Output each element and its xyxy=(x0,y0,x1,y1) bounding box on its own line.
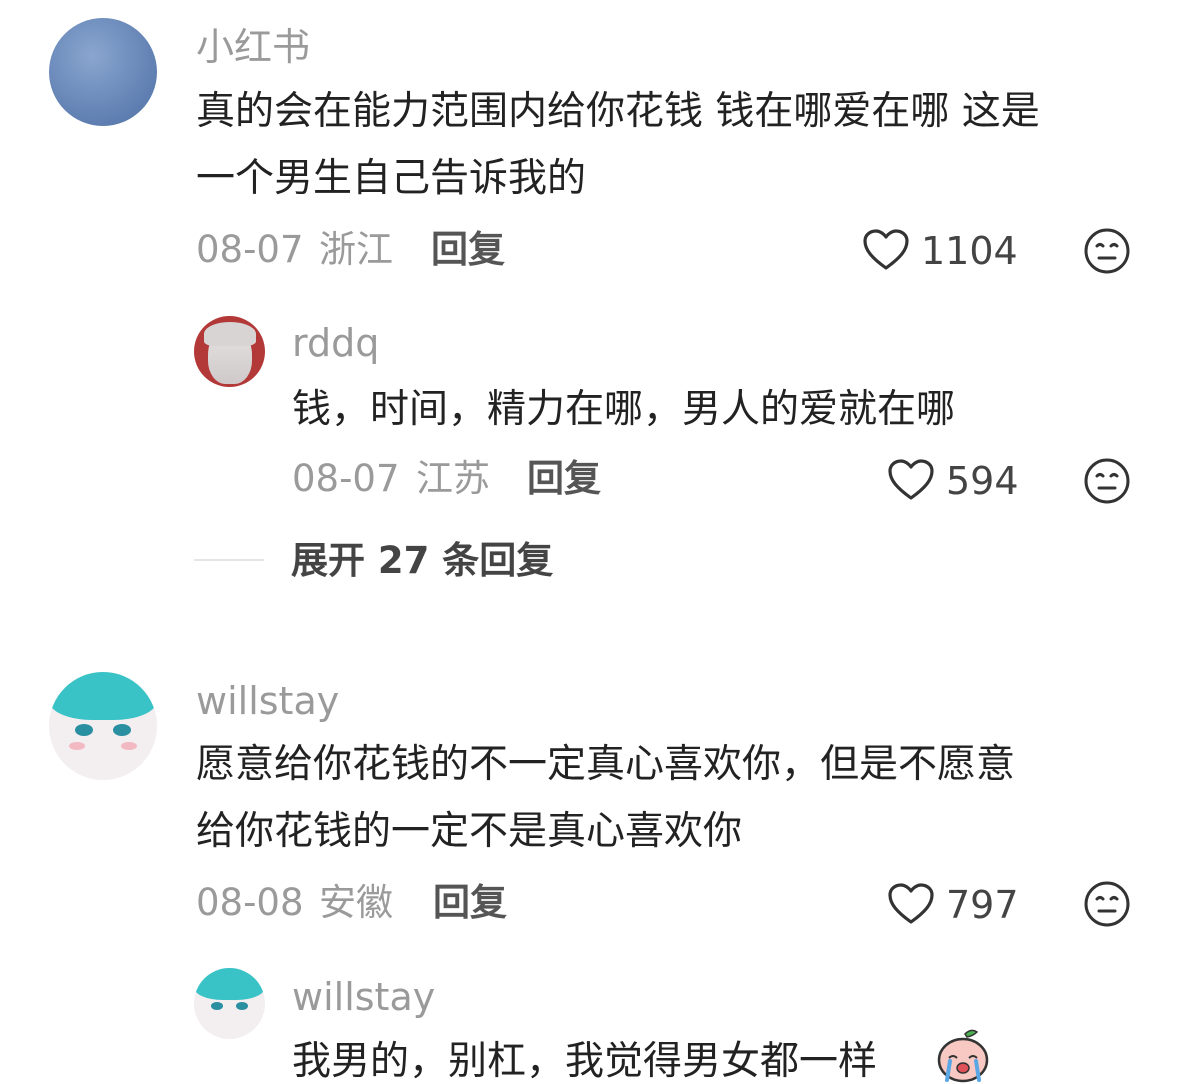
meh-face-icon[interactable] xyxy=(1083,880,1131,928)
avatar[interactable] xyxy=(49,672,157,780)
reply-button[interactable]: 回复 xyxy=(431,231,505,268)
avatar-eye xyxy=(236,1002,248,1010)
avatar-eye xyxy=(75,724,93,736)
like-count: 1104 xyxy=(921,229,1018,273)
avatar[interactable] xyxy=(194,968,265,1039)
avatar-eye xyxy=(211,1002,223,1010)
reply-username[interactable]: rddq xyxy=(292,324,379,362)
like-count: 594 xyxy=(946,459,1019,503)
heart-outline-icon[interactable] xyxy=(862,228,910,272)
comment-text-line: 愿意给你花钱的不一定真心喜欢你，但是不愿意 xyxy=(196,742,1016,787)
reply-text-line: 我男的，别杠，我觉得男女都一样 xyxy=(292,1039,878,1084)
avatar[interactable] xyxy=(49,18,157,126)
reply-button[interactable]: 回复 xyxy=(527,460,601,497)
comment-location: 安徽 xyxy=(319,881,393,924)
heart-outline-icon[interactable] xyxy=(887,882,935,926)
avatar-cheek xyxy=(121,742,137,750)
meh-face-icon[interactable] xyxy=(1083,227,1131,275)
reply-location: 江苏 xyxy=(416,457,490,500)
heart-outline-icon[interactable] xyxy=(887,458,935,502)
crying-peach-sticker-icon xyxy=(937,1029,989,1083)
reply-text-line: 钱，时间，精力在哪，男人的爱就在哪 xyxy=(292,387,956,432)
comment-username[interactable]: 小红书 xyxy=(196,28,310,66)
comment-location: 浙江 xyxy=(319,228,393,271)
expand-replies-button[interactable]: 展开 27 条回复 xyxy=(291,542,553,579)
avatar-hair xyxy=(204,322,256,346)
expand-divider xyxy=(194,559,264,561)
comment-date: 08-08 xyxy=(196,881,304,924)
comment-text-line: 一个男生自己告诉我的 xyxy=(196,156,587,201)
comment-text-line: 真的会在能力范围内给你花钱 钱在哪爱在哪 这是 xyxy=(196,89,1040,134)
avatar-hair xyxy=(49,672,157,720)
avatar[interactable] xyxy=(194,316,265,387)
comment-username[interactable]: willstay xyxy=(196,682,339,720)
like-count: 797 xyxy=(946,883,1019,927)
avatar-cheek xyxy=(69,742,85,750)
avatar-eye xyxy=(113,724,131,736)
comment-date: 08-07 xyxy=(196,228,304,271)
meh-face-icon[interactable] xyxy=(1083,457,1131,505)
reply-username[interactable]: willstay xyxy=(292,978,435,1016)
avatar-hair xyxy=(194,968,265,1000)
reply-date: 08-07 xyxy=(292,457,400,500)
reply-button[interactable]: 回复 xyxy=(433,884,507,921)
comment-text-line: 给你花钱的一定不是真心喜欢你 xyxy=(196,809,743,854)
